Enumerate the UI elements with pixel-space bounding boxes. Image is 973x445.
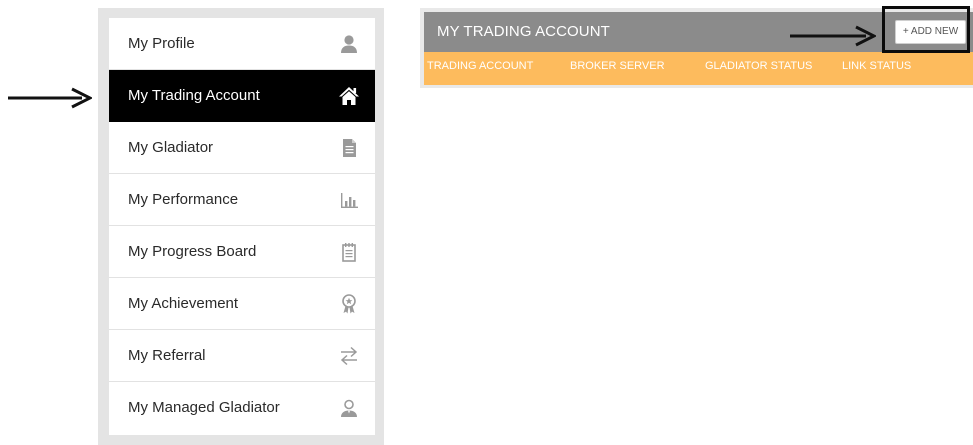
document-icon: [337, 136, 361, 160]
sidebar-item-label: My Referral: [128, 347, 206, 364]
sidebar-menu: My Profile My Trading Account My Gladiat…: [109, 18, 375, 435]
sidebar-item-my-managed-gladiator[interactable]: My Managed Gladiator: [109, 382, 375, 435]
column-header-gladiator-status: GLADIATOR STATUS: [705, 60, 813, 72]
sidebar-item-label: My Trading Account: [128, 87, 260, 104]
sidebar-item-my-performance[interactable]: My Performance: [109, 174, 375, 226]
sidebar-item-label: My Gladiator: [128, 139, 214, 156]
pointer-arrow-icon: [790, 24, 876, 48]
column-header-broker-server: BROKER SERVER: [570, 60, 665, 72]
sidebar-item-my-profile[interactable]: My Profile: [109, 18, 375, 70]
pointer-arrow-icon: [8, 86, 92, 110]
sidebar-item-label: My Progress Board: [128, 243, 257, 260]
sidebar-item-my-achievement[interactable]: My Achievement: [109, 278, 375, 330]
manager-icon: [337, 396, 361, 420]
page-title: MY TRADING ACCOUNT: [437, 23, 610, 40]
award-ribbon-icon: [337, 292, 361, 316]
sidebar-item-my-trading-account[interactable]: My Trading Account: [109, 70, 375, 122]
add-new-button[interactable]: + ADD NEW: [895, 20, 966, 44]
sidebar-item-my-referral[interactable]: My Referral: [109, 330, 375, 382]
table-header-row: TRADING ACCOUNT BROKER SERVER GLADIATOR …: [424, 52, 973, 85]
sidebar-item-label: My Achievement: [128, 295, 239, 312]
user-icon: [337, 32, 361, 56]
sidebar-item-my-progress-board[interactable]: My Progress Board: [109, 226, 375, 278]
sidebar-item-label: My Profile: [128, 35, 195, 52]
sidebar-item-my-gladiator[interactable]: My Gladiator: [109, 122, 375, 174]
sidebar-item-label: My Performance: [128, 191, 239, 208]
column-header-trading-account: TRADING ACCOUNT: [427, 60, 534, 72]
sidebar-item-label: My Managed Gladiator: [128, 399, 280, 416]
transfer-arrows-icon: [337, 344, 361, 368]
column-header-link-status: LINK STATUS: [842, 60, 912, 72]
bar-chart-icon: [337, 188, 361, 212]
home-icon: [337, 84, 361, 108]
notepad-icon: [337, 240, 361, 264]
